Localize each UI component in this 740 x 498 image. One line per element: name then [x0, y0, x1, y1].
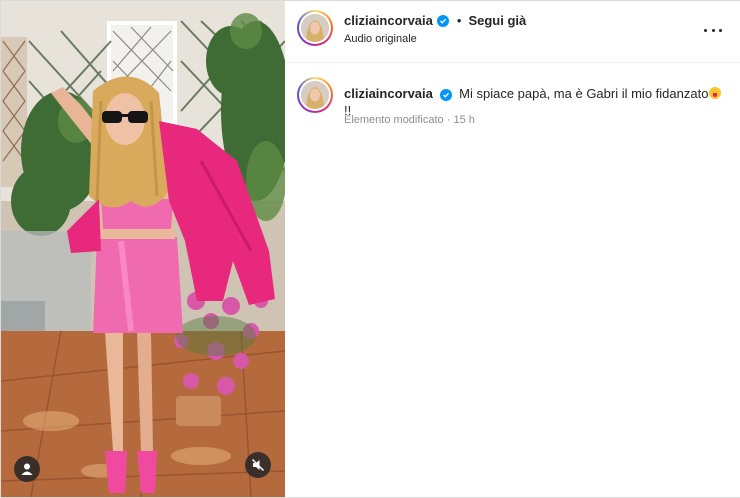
- muted-speaker-icon: [251, 458, 265, 472]
- separator-dot: •: [456, 13, 462, 28]
- verified-badge-icon: [436, 14, 449, 27]
- photo-illustration: [1, 1, 285, 497]
- post-dialog: cliziaincorvaia • Segui già Audio origin…: [0, 0, 740, 498]
- post-side-panel: cliziaincorvaia • Segui già Audio origin…: [286, 1, 740, 497]
- caption-text: Mi spiace papà, ma è Gabri il mio fidanz…: [459, 86, 709, 101]
- meta-dot: ·: [446, 114, 451, 126]
- caption-comment: cliziaincorvaia Mi spiace papà, ma è Gab…: [286, 63, 740, 143]
- header-text: cliziaincorvaia • Segui già Audio origin…: [344, 12, 526, 45]
- timestamp[interactable]: 15 h: [453, 114, 474, 126]
- comment-meta: Elemento modificato · 15 h: [344, 114, 475, 126]
- user-tag-icon: [21, 463, 33, 475]
- mute-button[interactable]: [245, 452, 271, 478]
- author-avatar[interactable]: [297, 10, 333, 46]
- user-tag-button[interactable]: [14, 456, 40, 482]
- comment-author-avatar[interactable]: [297, 77, 333, 113]
- tongue-out-emoji-icon: [709, 87, 722, 99]
- more-options-icon[interactable]: [704, 21, 722, 39]
- follow-status-button[interactable]: Segui già: [468, 13, 526, 28]
- post-header: cliziaincorvaia • Segui già Audio origin…: [286, 1, 740, 63]
- comment-username[interactable]: cliziaincorvaia: [344, 86, 433, 101]
- comment-verified-badge-icon: [439, 89, 452, 101]
- author-username[interactable]: cliziaincorvaia: [344, 13, 433, 28]
- edited-label: Elemento modificato: [344, 114, 444, 126]
- audio-link[interactable]: Audio originale: [344, 33, 526, 45]
- post-media[interactable]: [1, 1, 285, 497]
